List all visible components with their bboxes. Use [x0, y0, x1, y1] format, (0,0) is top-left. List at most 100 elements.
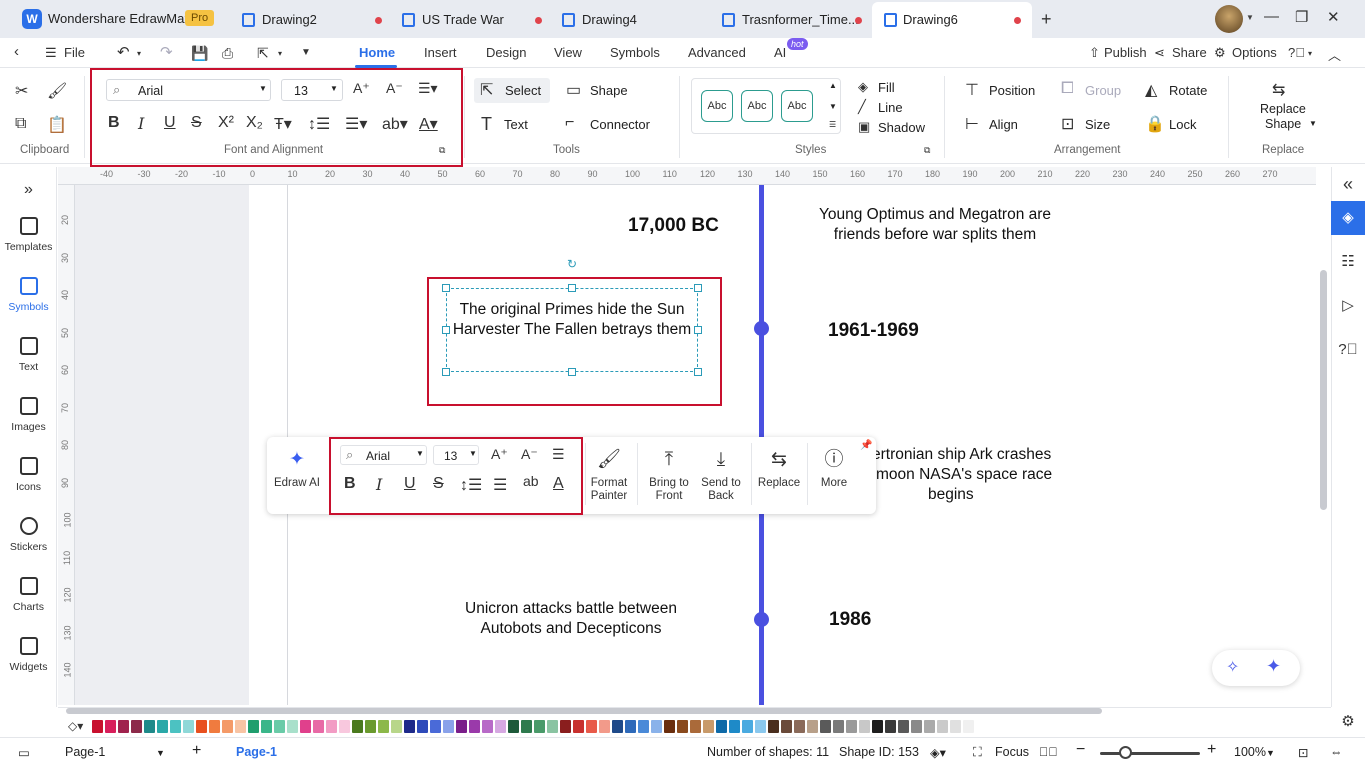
gear-icon[interactable]: ⚙: [1214, 45, 1226, 61]
avatar[interactable]: [1215, 5, 1243, 33]
color-swatch[interactable]: [92, 720, 103, 733]
copy-icon[interactable]: ⧉: [15, 115, 26, 133]
format-painter-button[interactable]: 🖌 Format Painter: [585, 449, 633, 503]
gallery-up-icon[interactable]: ▲: [829, 81, 837, 90]
layers-icon[interactable]: ◈▾: [930, 745, 946, 760]
color-swatch[interactable]: [911, 720, 922, 733]
chevron-down-icon[interactable]: ▾: [278, 49, 282, 58]
focus-icon[interactable]: ⛶: [973, 745, 982, 760]
text-button[interactable]: Text: [504, 117, 528, 132]
color-swatch[interactable]: [599, 720, 610, 733]
tab-drawing4[interactable]: Drawing4: [562, 2, 712, 38]
menu-view[interactable]: View: [554, 45, 582, 60]
line-button[interactable]: Line: [878, 100, 903, 115]
color-swatch[interactable]: [365, 720, 376, 733]
timeline-event-line[interactable]: begins: [928, 485, 1028, 505]
color-swatch[interactable]: [924, 720, 935, 733]
color-swatch[interactable]: [417, 720, 428, 733]
save-icon[interactable]: 💾: [191, 45, 208, 62]
color-swatch[interactable]: [690, 720, 701, 733]
timeline-dot[interactable]: [754, 612, 769, 627]
undo-icon[interactable]: ↶: [117, 43, 130, 61]
position-icon[interactable]: ⊤: [965, 80, 979, 100]
tab-us-trade-war[interactable]: US Trade War: [402, 2, 552, 38]
color-swatch[interactable]: [560, 720, 571, 733]
color-swatch[interactable]: [222, 720, 233, 733]
more-button[interactable]: ⓘ More: [812, 449, 856, 490]
paste-icon[interactable]: 📋: [47, 115, 67, 135]
chevron-down-icon[interactable]: ▼: [1266, 748, 1275, 758]
zoom-in-icon[interactable]: +: [1207, 741, 1216, 759]
file-menu[interactable]: File: [64, 45, 85, 60]
color-swatch[interactable]: [768, 720, 779, 733]
presentation-icon[interactable]: ▷: [1331, 289, 1365, 323]
color-swatch[interactable]: [807, 720, 818, 733]
help-icon[interactable]: ?⃝: [1331, 333, 1365, 367]
gallery-down-icon[interactable]: ▼: [829, 102, 837, 111]
color-swatch[interactable]: [833, 720, 844, 733]
color-swatch[interactable]: [118, 720, 129, 733]
color-swatch[interactable]: [651, 720, 662, 733]
color-swatch[interactable]: [404, 720, 415, 733]
publish-button[interactable]: Publish: [1104, 45, 1147, 60]
color-swatch[interactable]: [625, 720, 636, 733]
color-swatch[interactable]: [209, 720, 220, 733]
redo-icon[interactable]: ↷: [160, 43, 173, 61]
menu-home[interactable]: Home: [359, 45, 395, 60]
color-swatch[interactable]: [235, 720, 246, 733]
help-icon[interactable]: ?⃝: [1288, 45, 1305, 60]
maximize-icon[interactable]: ❐: [1295, 8, 1308, 26]
color-swatch[interactable]: [144, 720, 155, 733]
group-button[interactable]: Group: [1085, 83, 1121, 98]
color-swatch[interactable]: [157, 720, 168, 733]
settings-gear-icon[interactable]: ⚙: [1331, 705, 1365, 739]
page-tab-active[interactable]: Page-1: [236, 745, 277, 759]
tab-drawing2[interactable]: Drawing2: [242, 2, 392, 38]
color-swatch[interactable]: [846, 720, 857, 733]
shadow-button[interactable]: Shadow: [878, 120, 925, 135]
position-button[interactable]: Position: [989, 83, 1035, 98]
color-swatch[interactable]: [391, 720, 402, 733]
panel-text[interactable]: Text: [0, 337, 57, 373]
send-to-back-button[interactable]: ⤓ Send to Back: [695, 449, 747, 503]
collapse-right-panel-icon[interactable]: «: [1331, 167, 1365, 201]
panel-symbols[interactable]: Symbols: [0, 277, 57, 313]
color-swatch[interactable]: [729, 720, 740, 733]
color-swatch[interactable]: [755, 720, 766, 733]
color-swatch[interactable]: [482, 720, 493, 733]
chevron-down-icon[interactable]: ▾: [137, 49, 141, 58]
fullscreen-icon[interactable]: ⇔: [1330, 745, 1343, 759]
menu-insert[interactable]: Insert: [424, 45, 457, 60]
vertical-scrollbar[interactable]: [1320, 270, 1327, 510]
cut-icon[interactable]: ✂: [15, 81, 28, 101]
shape-icon[interactable]: ▭: [566, 80, 581, 100]
horizontal-scrollbar[interactable]: [66, 708, 1102, 714]
timeline-date[interactable]: 1961-1969: [828, 320, 919, 342]
color-swatch[interactable]: [170, 720, 181, 733]
fill-button[interactable]: Fill: [878, 80, 895, 95]
chevron-down-icon[interactable]: ▼: [156, 748, 165, 758]
color-swatch[interactable]: [430, 720, 441, 733]
chevron-down-icon[interactable]: ▼: [1246, 13, 1254, 22]
color-swatch[interactable]: [131, 720, 142, 733]
page-select[interactable]: Page-1: [65, 745, 105, 759]
text-tool-icon[interactable]: T: [481, 114, 492, 135]
rotate-handle-icon[interactable]: ↻: [567, 257, 577, 271]
timeline-event[interactable]: ertronian ship Ark crashes: [872, 445, 1072, 465]
options-button[interactable]: Options: [1232, 45, 1277, 60]
ai-assist-icon[interactable]: ✧: [1226, 657, 1239, 677]
timeline-dot[interactable]: [754, 321, 769, 336]
color-swatch[interactable]: [105, 720, 116, 733]
format-painter-icon[interactable]: 🖌: [47, 81, 67, 101]
color-swatch[interactable]: [521, 720, 532, 733]
connector-button[interactable]: Connector: [590, 117, 650, 132]
publish-icon[interactable]: ⇧: [1089, 45, 1100, 61]
fill-bucket-icon[interactable]: ◇▾: [68, 719, 83, 733]
color-swatch[interactable]: [573, 720, 584, 733]
replace-shape-icon[interactable]: ⇆: [1272, 80, 1285, 100]
color-swatch[interactable]: [586, 720, 597, 733]
color-swatch[interactable]: [716, 720, 727, 733]
shadow-icon[interactable]: ▣: [858, 119, 870, 135]
style-swatch[interactable]: Abc: [701, 90, 733, 122]
color-swatch[interactable]: [612, 720, 623, 733]
